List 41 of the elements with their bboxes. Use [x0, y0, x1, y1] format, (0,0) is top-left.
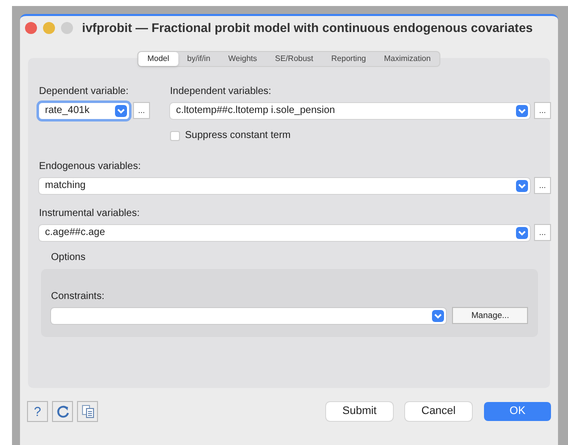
browse-button[interactable]: ...: [534, 224, 551, 241]
group-title: Options: [51, 251, 86, 265]
chevron-icon: [115, 104, 127, 116]
combo-field[interactable]: c.ltotemp##c.ltotemp i.sole_pension: [170, 102, 530, 118]
chevron-icon: [516, 180, 528, 192]
reset-button[interactable]: [52, 401, 73, 422]
minimize-button[interactable]: [43, 22, 55, 34]
checkbox[interactable]: [170, 130, 180, 140]
field-label: Dependent variable:: [39, 85, 130, 99]
zoom-button[interactable]: [61, 22, 73, 34]
tab[interactable]: Weights: [219, 52, 266, 66]
browse-button[interactable]: ...: [534, 177, 551, 194]
field-label: Constraints:: [51, 290, 106, 304]
manage-button[interactable]: Manage...: [452, 307, 528, 324]
chevron-icon: [432, 310, 444, 322]
dialog-button[interactable]: Cancel: [405, 402, 472, 421]
combo-field[interactable]: c.age##c.age: [39, 224, 530, 240]
tab[interactable]: by/if/in: [178, 52, 220, 66]
window-title: ivfprobit — Fractional probit model with continuous endogenous covariates: [82, 20, 533, 37]
tab[interactable]: Reporting: [322, 52, 375, 66]
field-label: Independent variables:: [170, 85, 272, 99]
help-button[interactable]: ?: [27, 401, 48, 422]
combo-field[interactable]: rate_401k: [39, 102, 129, 118]
copy-button[interactable]: [77, 401, 98, 422]
field-label: Endogenous variables:: [39, 160, 142, 174]
tab[interactable]: Model: [138, 52, 178, 66]
browse-button[interactable]: ...: [534, 102, 551, 119]
copy-icon: [82, 405, 94, 418]
tab[interactable]: SE/Robust: [266, 52, 322, 66]
ok-button[interactable]: OK: [484, 402, 551, 421]
chevron-icon: [516, 226, 528, 238]
chevron-icon: [516, 104, 528, 116]
tab[interactable]: Maximization: [374, 52, 440, 66]
dialog-button[interactable]: Submit: [326, 402, 393, 421]
close-button[interactable]: [25, 22, 37, 34]
combo-field[interactable]: matching: [39, 178, 530, 194]
field-label: Instrumental variables:: [39, 207, 141, 221]
checkbox-label: Suppress constant term: [185, 129, 291, 143]
refresh-icon: [56, 404, 70, 418]
combo-field[interactable]: [51, 308, 446, 324]
browse-button[interactable]: ...: [133, 102, 150, 119]
